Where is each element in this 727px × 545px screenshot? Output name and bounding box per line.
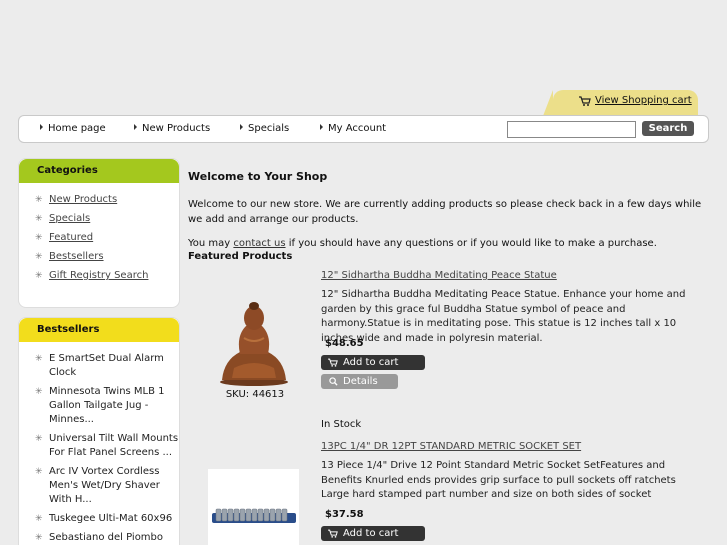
socket-set-image xyxy=(212,508,296,523)
arrow-right-icon xyxy=(320,124,323,130)
nav-label: My Account xyxy=(328,123,387,134)
category-item: ✳ Specials xyxy=(31,212,179,226)
bullet-star-icon: ✳ xyxy=(35,467,43,477)
category-item: ✳ Gift Registry Search xyxy=(31,269,179,283)
bestseller-label: Arc IV Vortex Cordless Men's Wet/Dry Sha… xyxy=(49,466,160,505)
nav-label: New Products xyxy=(142,123,211,134)
product-description: 13 Piece 1/4" Drive 12 Point Standard Me… xyxy=(321,460,676,500)
product-name-link[interactable]: 13PC 1/4" DR 12PT STANDARD METRIC SOCKET… xyxy=(321,441,581,452)
bullet-star-icon: ✳ xyxy=(35,252,43,262)
category-gift-registry-link[interactable]: Gift Registry Search xyxy=(49,270,148,281)
product-price: $37.58 xyxy=(325,509,364,520)
details-button[interactable]: Details xyxy=(321,374,398,389)
bullet-star-icon: ✳ xyxy=(35,434,43,444)
add-to-cart-button[interactable]: Add to cart xyxy=(321,526,425,541)
add-to-cart-label: Add to cart xyxy=(343,528,399,539)
bullet-star-icon: ✳ xyxy=(35,271,43,281)
bestseller-label: E SmartSet Dual Alarm Clock xyxy=(49,353,164,378)
nav-home-page[interactable]: Home page xyxy=(40,123,106,134)
search-button[interactable]: Search xyxy=(642,121,694,136)
bestsellers-heading: Bestsellers xyxy=(19,318,179,342)
cart-icon xyxy=(579,96,591,106)
nav-my-account[interactable]: My Account xyxy=(320,123,386,134)
category-specials-link[interactable]: Specials xyxy=(49,213,90,224)
category-featured-link[interactable]: Featured xyxy=(49,232,93,243)
categories-heading: Categories xyxy=(19,159,179,183)
category-item: ✳ New Products xyxy=(31,193,179,207)
bestseller-item[interactable]: ✳ Sebastiano del Piombo xyxy=(31,531,179,545)
category-item: ✳ Bestsellers xyxy=(31,250,179,264)
contact-us-link[interactable]: contact us xyxy=(233,238,285,249)
bestseller-item[interactable]: ✳ Tuskegee Ulti-Mat 60x96 xyxy=(31,512,179,526)
bullet-star-icon: ✳ xyxy=(35,514,43,524)
product-description: 12" Sidhartha Buddha Meditating Peace St… xyxy=(321,289,686,344)
arrow-right-icon xyxy=(40,124,43,130)
nav-label: Home page xyxy=(48,123,106,134)
cart-icon xyxy=(328,529,338,538)
bestseller-label: Tuskegee Ulti-Mat 60x96 xyxy=(49,513,173,524)
category-bestsellers-link[interactable]: Bestsellers xyxy=(49,251,104,262)
category-item: ✳ Featured xyxy=(31,231,179,245)
bullet-star-icon: ✳ xyxy=(35,533,43,543)
page-title: Welcome to Your Shop xyxy=(188,170,328,183)
contact-text: You may contact us if you should have an… xyxy=(188,236,708,251)
bullet-star-icon: ✳ xyxy=(35,387,43,397)
bullet-star-icon: ✳ xyxy=(35,233,43,243)
add-to-cart-button[interactable]: Add to cart xyxy=(321,355,425,370)
bullet-star-icon: ✳ xyxy=(35,214,43,224)
bestseller-label: Minnesota Twins MLB 1 Gallon Tailgate Ju… xyxy=(49,386,165,425)
nav-new-products[interactable]: New Products xyxy=(134,123,210,134)
bestseller-item[interactable]: ✳ Minnesota Twins MLB 1 Gallon Tailgate J… xyxy=(31,385,179,427)
bullet-star-icon: ✳ xyxy=(35,354,43,364)
product-image[interactable] xyxy=(208,469,299,545)
product-price: $48.65 xyxy=(325,338,364,349)
contact-suffix: if you should have any questions or if y… xyxy=(285,238,657,249)
main-content: Welcome to Your Shop Welcome to our new … xyxy=(188,170,708,262)
search-input[interactable] xyxy=(507,121,636,138)
details-label: Details xyxy=(343,376,378,387)
product-sku: SKU: 44613 xyxy=(225,389,285,400)
product-image[interactable] xyxy=(216,298,292,386)
top-navigation: Home page New Products Specials My Accou… xyxy=(18,115,709,143)
arrow-right-icon xyxy=(240,124,243,130)
bestseller-item[interactable]: ✳ Arc IV Vortex Cordless Men's Wet/Dry Sh… xyxy=(31,465,179,507)
nav-specials[interactable]: Specials xyxy=(240,123,289,134)
cart-tab: View Shopping cart xyxy=(543,90,698,116)
category-new-products-link[interactable]: New Products xyxy=(49,194,117,205)
add-to-cart-label: Add to cart xyxy=(343,357,399,368)
bullet-star-icon: ✳ xyxy=(35,195,43,205)
contact-prefix: You may xyxy=(188,238,234,249)
bestseller-label: Sebastiano del Piombo xyxy=(49,532,164,543)
bestseller-item[interactable]: ✳ E SmartSet Dual Alarm Clock xyxy=(31,352,179,380)
categories-box: Categories ✳ New Products ✳ Specials ✳ Feat… xyxy=(18,158,180,308)
buddha-statue-image xyxy=(220,302,288,386)
stock-status: In Stock xyxy=(321,419,362,430)
nav-label: Specials xyxy=(248,123,290,134)
product-name-link[interactable]: 12" Sidhartha Buddha Meditating Peace St… xyxy=(321,270,557,281)
magnifier-icon xyxy=(329,377,338,386)
cart-icon xyxy=(328,358,338,367)
bestseller-label: Universal Tilt Wall Mounts For Flat Pane… xyxy=(49,433,179,458)
featured-heading: Featured Products xyxy=(188,251,293,262)
bestseller-item[interactable]: ✳ Universal Tilt Wall Mounts For Flat Pan… xyxy=(31,432,179,460)
welcome-text: Welcome to our new store. We are current… xyxy=(188,199,702,225)
arrow-right-icon xyxy=(134,124,137,130)
bestsellers-box: Bestsellers ✳ E SmartSet Dual Alarm Clock… xyxy=(18,317,180,545)
view-cart-link[interactable]: View Shopping cart xyxy=(595,95,692,106)
